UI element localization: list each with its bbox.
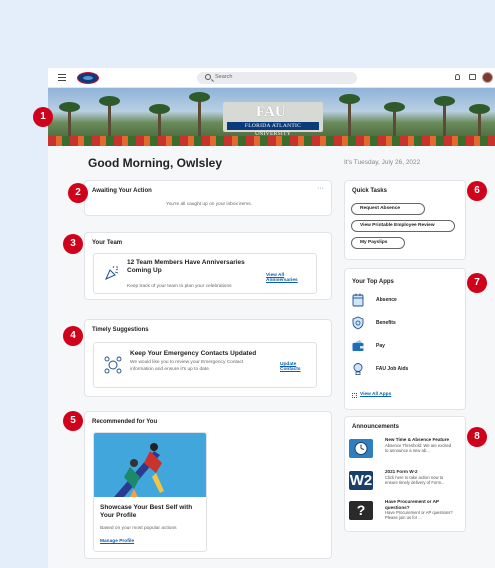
app-pay[interactable]: Pay (352, 339, 452, 355)
anniversary-panel: 12 Team Members Have Anniversaries Comin… (93, 253, 317, 294)
date-text: It's Tuesday, July 26, 2022 (344, 159, 421, 166)
app-fau-job-aids[interactable]: FAU Job Aids (352, 362, 452, 378)
callout-marker-5: 5 (63, 411, 83, 431)
callout-marker-6: 6 (467, 181, 487, 201)
view-all-apps-link[interactable]: View All Apps (360, 392, 391, 397)
top-bar: Search (48, 68, 495, 88)
sign-fau-text: FAU (256, 104, 286, 120)
inbox-status-text: You're all caught up on your inbox items… (165, 202, 253, 207)
search-input[interactable]: Search (215, 74, 232, 80)
app-label: Benefits (376, 320, 396, 326)
request-absence-button[interactable]: Request Absence (351, 203, 425, 215)
view-all-anniversaries-link[interactable]: View All Anniversaries (266, 273, 316, 283)
profile-recommendation-text: Based on your most popular actions (100, 526, 177, 531)
shield-icon (352, 316, 364, 330)
announcement-item[interactable]: New Time & Absence Feature Absence Thres… (349, 437, 459, 469)
anniversary-text: Keep track of your team to plan your cel… (127, 284, 232, 289)
announcement-item[interactable]: W2 2021 Form W-2 Click here to take acti… (349, 469, 459, 501)
party-popper-icon (105, 265, 119, 280)
card-title: Quick Tasks (352, 188, 387, 194)
card-title: Recommended for You (92, 419, 158, 425)
clock-thumbnail (349, 439, 373, 458)
announcement-title: 2021 Form W-2 (385, 469, 418, 474)
announcement-title: New Time & Absence Feature (385, 437, 450, 442)
announcement-title: Have Procurement or AP questions? (385, 499, 439, 510)
anniversary-heading: 12 Team Members Have Anniversaries Comin… (127, 259, 245, 274)
view-printable-review-button[interactable]: View Printable Employee Review (351, 220, 455, 232)
your-team-card: Your Team 12 Team Members Have Anniversa… (84, 232, 332, 300)
announcement-text: Have Procurement or AP questions? Please… (385, 510, 453, 521)
profile-recommendation-tile[interactable]: Showcase Your Best Self with Your Profil… (93, 432, 207, 552)
card-title: Your Top Apps (352, 279, 394, 285)
announcements-card: Announcements New Time & Absence Feature… (344, 416, 466, 532)
wallet-icon (352, 340, 364, 351)
top-apps-card: Your Top Apps Absence Benefits Pay FAU J… (344, 268, 466, 410)
campus-banner-image: FAU FLORIDA ATLANTIC UNIVERSITY (48, 88, 495, 146)
flower-bed (48, 136, 495, 146)
search-bar[interactable]: Search (197, 72, 357, 84)
callout-marker-8: 8 (467, 427, 487, 447)
update-contacts-link[interactable]: Update Contacts (280, 362, 316, 372)
card-title: Timely Suggestions (92, 327, 149, 333)
app-label: FAU Job Aids (376, 366, 409, 372)
view-all-apps-row[interactable]: View All Apps (352, 392, 412, 400)
palm-tree (189, 92, 210, 140)
callout-marker-1: 1 (33, 107, 53, 127)
inbox-icon[interactable] (469, 74, 476, 80)
emergency-contacts-text: We would like you to review your Emergen… (130, 360, 244, 372)
app-label: Pay (376, 343, 385, 349)
profile-recommendation-heading: Showcase Your Best Self with Your Profil… (100, 504, 193, 519)
quick-tasks-card: Quick Tasks Request Absence View Printab… (344, 180, 466, 260)
greeting-heading: Good Morning, Owlsley (88, 156, 223, 170)
timely-suggestions-card: Timely Suggestions Keep Your Emergency C… (84, 319, 332, 397)
card-title: Awaiting Your Action (92, 188, 152, 194)
announcement-text: Absence Threshold: We are excited to ann… (385, 443, 452, 454)
notifications-bell-icon[interactable] (455, 74, 460, 80)
workday-home-window: Search FAU FLORIDA ATLANTIC UNIVERSITY G… (48, 68, 495, 568)
palm-tree (434, 96, 455, 140)
fau-logo[interactable] (77, 72, 99, 84)
clock-icon (354, 442, 368, 455)
emergency-contacts-heading: Keep Your Emergency Contacts Updated (130, 350, 257, 357)
more-options-icon[interactable]: ··· (317, 185, 324, 192)
sign-plate-text: FLORIDA ATLANTIC UNIVERSITY (227, 122, 319, 137)
awaiting-action-card: Awaiting Your Action ··· You're all caug… (84, 180, 332, 216)
app-benefits[interactable]: Benefits (352, 316, 452, 332)
emergency-contacts-icon (104, 356, 122, 374)
grid-icon (352, 393, 357, 398)
callout-marker-3: 3 (63, 234, 83, 254)
university-sign: FAU FLORIDA ATLANTIC UNIVERSITY (223, 102, 323, 137)
search-icon (205, 74, 211, 80)
callout-marker-4: 4 (63, 326, 83, 346)
my-payslips-button[interactable]: My Payslips (351, 237, 405, 249)
palm-tree (99, 96, 120, 140)
card-title: Announcements (352, 424, 400, 430)
lightbulb-icon (353, 363, 363, 375)
app-label: Absence (376, 297, 397, 303)
callout-marker-2: 2 (68, 183, 88, 203)
emergency-contacts-panel: Keep Your Emergency Contacts Updated We … (93, 342, 317, 388)
recommended-card: Recommended for You Showcase Your Best S… (84, 411, 332, 559)
profile-avatar[interactable] (482, 72, 493, 83)
announcement-item[interactable]: ? Have Procurement or AP questions? Have… (349, 499, 459, 531)
w2-thumbnail: W2 (349, 471, 373, 490)
people-climbing-illustration (94, 433, 206, 497)
palm-tree (339, 94, 360, 140)
calendar-icon (352, 293, 364, 307)
hamburger-menu-icon[interactable] (58, 74, 66, 81)
card-title: Your Team (92, 240, 123, 246)
app-absence[interactable]: Absence (352, 293, 452, 309)
callout-marker-7: 7 (467, 273, 487, 293)
question-mark-thumbnail: ? (349, 501, 373, 520)
manage-profile-link[interactable]: Manage Profile (100, 539, 134, 544)
announcement-text: Click here to take action now to ensure … (385, 475, 445, 486)
